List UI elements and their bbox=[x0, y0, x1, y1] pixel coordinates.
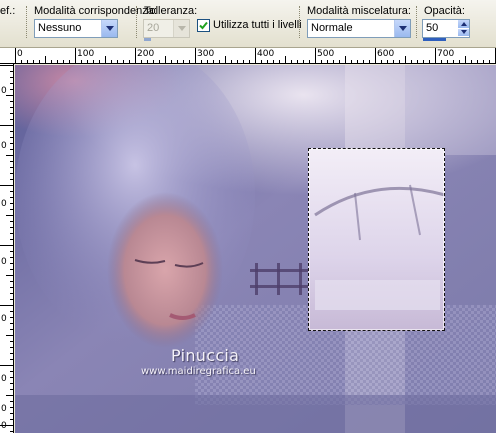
truncated-label: ef.: bbox=[0, 5, 16, 17]
image-canvas[interactable]: Pinuccia www.maidiregrafica.eu bbox=[15, 65, 496, 433]
toolbar-grip[interactable] bbox=[299, 6, 302, 38]
ruler-label: 500 bbox=[317, 49, 335, 59]
checkmark-icon bbox=[199, 21, 208, 30]
opacity-label: Opacità: bbox=[424, 5, 465, 17]
watermark-url: www.maidiregrafica.eu bbox=[141, 366, 256, 377]
ruler-label: 0 bbox=[1, 257, 7, 267]
match-mode-value: Nessuno bbox=[38, 22, 82, 34]
blend-mode-select[interactable]: Normale bbox=[307, 19, 411, 38]
blend-mode-label: Modalità miscelatura: bbox=[307, 5, 411, 17]
marquee-selection[interactable] bbox=[308, 148, 445, 331]
horizontal-ruler: 0 100 200 300 400 500 600 700 bbox=[0, 48, 496, 64]
arrow-down-icon[interactable] bbox=[458, 28, 469, 37]
ruler-label: 400 bbox=[257, 49, 275, 59]
toolbar-grip[interactable] bbox=[26, 6, 29, 38]
ruler-label: 100 bbox=[77, 49, 95, 59]
ruler-label: 0 bbox=[1, 404, 7, 414]
ruler-label: 0 bbox=[1, 141, 7, 151]
ruler-label: 0 bbox=[1, 86, 7, 96]
vertical-ruler: 0 0 0 0 0 0 0 0 bbox=[0, 64, 14, 433]
opacity-level-bar[interactable] bbox=[423, 38, 446, 41]
chevron-down-icon[interactable] bbox=[101, 20, 117, 37]
ruler-label: 0 bbox=[1, 199, 7, 209]
toolbar-grip[interactable] bbox=[136, 6, 139, 38]
blend-mode-value: Normale bbox=[311, 22, 353, 34]
ruler-label: 0 bbox=[1, 374, 7, 384]
ruler-label: 0 bbox=[17, 49, 23, 59]
chevron-down-icon[interactable] bbox=[394, 20, 410, 37]
tool-options-bar: ef.: Modalità corrispondenza: Nessuno To… bbox=[0, 0, 496, 48]
toolbar-grip[interactable] bbox=[416, 6, 419, 38]
tolerance-label: Tolleranza: bbox=[144, 5, 198, 17]
tolerance-level-bar bbox=[144, 38, 151, 41]
tolerance-stepper: 20 bbox=[143, 19, 190, 38]
ruler-label: 0 bbox=[1, 421, 7, 431]
ruler-label: 600 bbox=[377, 49, 395, 59]
arrow-up-icon[interactable] bbox=[458, 20, 469, 29]
ruler-label: 700 bbox=[437, 49, 455, 59]
opacity-stepper[interactable]: 50 bbox=[422, 19, 470, 38]
opacity-value[interactable]: 50 bbox=[426, 22, 438, 34]
opacity-spin-arrows[interactable] bbox=[458, 20, 469, 37]
sample-merged-checkbox[interactable] bbox=[197, 19, 210, 32]
chevron-down-icon bbox=[173, 20, 189, 37]
ruler-label: 300 bbox=[197, 49, 215, 59]
sample-merged-label[interactable]: Utilizza tutti i livelli bbox=[213, 19, 302, 31]
ruler-label: 0 bbox=[1, 314, 7, 324]
ruler-ticks bbox=[15, 48, 496, 63]
ruler-label: 200 bbox=[137, 49, 155, 59]
tolerance-value: 20 bbox=[147, 22, 160, 34]
match-mode-select[interactable]: Nessuno bbox=[34, 19, 118, 38]
watermark-title: Pinuccia bbox=[171, 346, 240, 365]
